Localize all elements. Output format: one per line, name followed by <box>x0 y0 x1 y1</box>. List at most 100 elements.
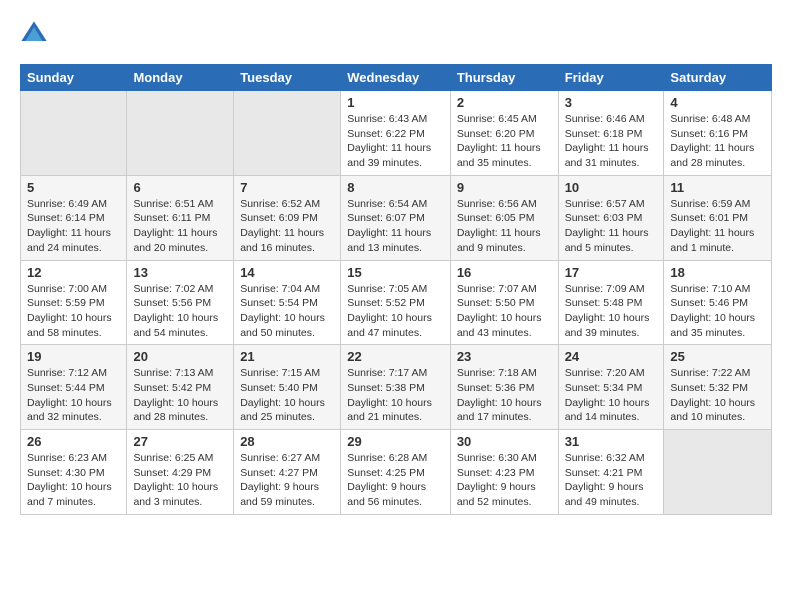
day-number: 20 <box>133 349 227 364</box>
calendar-cell: 26 Sunrise: 6:23 AMSunset: 4:30 PMDayligh… <box>21 430 127 515</box>
weekday-header: Sunday <box>21 65 127 91</box>
day-info: Sunrise: 6:46 AMSunset: 6:18 PMDaylight:… <box>565 112 658 171</box>
day-number: 28 <box>240 434 334 449</box>
day-info: Sunrise: 7:12 AMSunset: 5:44 PMDaylight:… <box>27 366 120 425</box>
calendar-cell: 24Sunrise: 7:20 AMSunset: 5:34 PMDayligh… <box>558 345 664 430</box>
day-info: Sunrise: 6:25 AMSunset: 4:29 PMDaylight:… <box>133 451 227 510</box>
calendar-header-row: SundayMondayTuesdayWednesdayThursdayFrid… <box>21 65 772 91</box>
calendar-cell: 14Sunrise: 7:04 AMSunset: 5:54 PMDayligh… <box>234 260 341 345</box>
day-number: 25 <box>670 349 765 364</box>
day-number: 5 <box>27 180 120 195</box>
day-info: Sunrise: 6:56 AMSunset: 6:05 PMDaylight:… <box>457 197 552 256</box>
weekday-header: Saturday <box>664 65 772 91</box>
day-info: Sunrise: 6:54 AMSunset: 6:07 PMDaylight:… <box>347 197 444 256</box>
day-number: 12 <box>27 265 120 280</box>
calendar-cell: 12 Sunrise: 7:00 AMSunset: 5:59 PMDayligh… <box>21 260 127 345</box>
calendar-cell: 18Sunrise: 7:10 AMSunset: 5:46 PMDayligh… <box>664 260 772 345</box>
calendar-cell: 21Sunrise: 7:15 AMSunset: 5:40 PMDayligh… <box>234 345 341 430</box>
logo-icon <box>20 20 48 48</box>
weekday-header: Wednesday <box>341 65 451 91</box>
day-info: Sunrise: 7:22 AMSunset: 5:32 PMDaylight:… <box>670 366 765 425</box>
day-number: 2 <box>457 95 552 110</box>
day-number: 27 <box>133 434 227 449</box>
day-info: Sunrise: 6:32 AMSunset: 4:21 PMDaylight:… <box>565 451 658 510</box>
calendar-cell <box>21 91 127 176</box>
calendar-cell: 31 Sunrise: 6:32 AMSunset: 4:21 PMDayligh… <box>558 430 664 515</box>
day-info: Sunrise: 6:59 AMSunset: 6:01 PMDaylight:… <box>670 197 765 256</box>
weekday-header: Thursday <box>450 65 558 91</box>
day-number: 31 <box>565 434 658 449</box>
calendar-cell: 13 Sunrise: 7:02 AMSunset: 5:56 PMDayligh… <box>127 260 234 345</box>
page-header <box>20 20 772 48</box>
calendar-cell: 19 Sunrise: 7:12 AMSunset: 5:44 PMDayligh… <box>21 345 127 430</box>
day-number: 26 <box>27 434 120 449</box>
calendar-week-row: 12 Sunrise: 7:00 AMSunset: 5:59 PMDayligh… <box>21 260 772 345</box>
day-number: 1 <box>347 95 444 110</box>
calendar-cell <box>127 91 234 176</box>
day-info: Sunrise: 6:51 AMSunset: 6:11 PMDaylight:… <box>133 197 227 256</box>
logo <box>20 20 52 48</box>
calendar-week-row: 1 Sunrise: 6:43 AMSunset: 6:22 PMDaylight… <box>21 91 772 176</box>
day-number: 22 <box>347 349 444 364</box>
calendar-cell: 25 Sunrise: 7:22 AMSunset: 5:32 PMDayligh… <box>664 345 772 430</box>
calendar-cell: 7 Sunrise: 6:52 AMSunset: 6:09 PMDaylight… <box>234 175 341 260</box>
calendar-cell: 17Sunrise: 7:09 AMSunset: 5:48 PMDayligh… <box>558 260 664 345</box>
calendar-week-row: 5 Sunrise: 6:49 AMSunset: 6:14 PMDaylight… <box>21 175 772 260</box>
calendar-cell: 30 Sunrise: 6:30 AMSunset: 4:23 PMDayligh… <box>450 430 558 515</box>
day-number: 7 <box>240 180 334 195</box>
day-number: 6 <box>133 180 227 195</box>
calendar-cell: 28 Sunrise: 6:27 AMSunset: 4:27 PMDayligh… <box>234 430 341 515</box>
day-info: Sunrise: 7:18 AMSunset: 5:36 PMDaylight:… <box>457 366 552 425</box>
calendar-cell: 16 Sunrise: 7:07 AMSunset: 5:50 PMDayligh… <box>450 260 558 345</box>
day-info: Sunrise: 7:13 AMSunset: 5:42 PMDaylight:… <box>133 366 227 425</box>
calendar-cell <box>234 91 341 176</box>
calendar-cell: 5 Sunrise: 6:49 AMSunset: 6:14 PMDaylight… <box>21 175 127 260</box>
day-info: Sunrise: 6:49 AMSunset: 6:14 PMDaylight:… <box>27 197 120 256</box>
calendar-cell: 10 Sunrise: 6:57 AMSunset: 6:03 PMDayligh… <box>558 175 664 260</box>
day-number: 16 <box>457 265 552 280</box>
day-number: 13 <box>133 265 227 280</box>
day-info: Sunrise: 6:27 AMSunset: 4:27 PMDaylight:… <box>240 451 334 510</box>
calendar-cell: 4Sunrise: 6:48 AMSunset: 6:16 PMDaylight… <box>664 91 772 176</box>
calendar-table: SundayMondayTuesdayWednesdayThursdayFrid… <box>20 64 772 515</box>
calendar-cell <box>664 430 772 515</box>
day-info: Sunrise: 6:45 AMSunset: 6:20 PMDaylight:… <box>457 112 552 171</box>
calendar-cell: 3 Sunrise: 6:46 AMSunset: 6:18 PMDaylight… <box>558 91 664 176</box>
day-number: 30 <box>457 434 552 449</box>
day-number: 15 <box>347 265 444 280</box>
day-number: 21 <box>240 349 334 364</box>
weekday-header: Tuesday <box>234 65 341 91</box>
day-info: Sunrise: 6:43 AMSunset: 6:22 PMDaylight:… <box>347 112 444 171</box>
day-info: Sunrise: 6:57 AMSunset: 6:03 PMDaylight:… <box>565 197 658 256</box>
day-info: Sunrise: 7:17 AMSunset: 5:38 PMDaylight:… <box>347 366 444 425</box>
calendar-week-row: 19 Sunrise: 7:12 AMSunset: 5:44 PMDayligh… <box>21 345 772 430</box>
day-number: 29 <box>347 434 444 449</box>
day-number: 19 <box>27 349 120 364</box>
day-number: 17 <box>565 265 658 280</box>
day-number: 3 <box>565 95 658 110</box>
day-number: 10 <box>565 180 658 195</box>
day-info: Sunrise: 6:52 AMSunset: 6:09 PMDaylight:… <box>240 197 334 256</box>
calendar-cell: 20 Sunrise: 7:13 AMSunset: 5:42 PMDayligh… <box>127 345 234 430</box>
day-info: Sunrise: 6:30 AMSunset: 4:23 PMDaylight:… <box>457 451 552 510</box>
day-number: 23 <box>457 349 552 364</box>
day-info: Sunrise: 7:05 AMSunset: 5:52 PMDaylight:… <box>347 282 444 341</box>
calendar-cell: 15 Sunrise: 7:05 AMSunset: 5:52 PMDayligh… <box>341 260 451 345</box>
weekday-header: Monday <box>127 65 234 91</box>
day-info: Sunrise: 7:10 AMSunset: 5:46 PMDaylight:… <box>670 282 765 341</box>
calendar-cell: 1 Sunrise: 6:43 AMSunset: 6:22 PMDaylight… <box>341 91 451 176</box>
calendar-cell: 27 Sunrise: 6:25 AMSunset: 4:29 PMDayligh… <box>127 430 234 515</box>
day-info: Sunrise: 7:00 AMSunset: 5:59 PMDaylight:… <box>27 282 120 341</box>
day-number: 24 <box>565 349 658 364</box>
calendar-cell: 29Sunrise: 6:28 AMSunset: 4:25 PMDayligh… <box>341 430 451 515</box>
calendar-cell: 6 Sunrise: 6:51 AMSunset: 6:11 PMDaylight… <box>127 175 234 260</box>
day-info: Sunrise: 6:23 AMSunset: 4:30 PMDaylight:… <box>27 451 120 510</box>
day-info: Sunrise: 7:04 AMSunset: 5:54 PMDaylight:… <box>240 282 334 341</box>
day-info: Sunrise: 7:02 AMSunset: 5:56 PMDaylight:… <box>133 282 227 341</box>
weekday-header: Friday <box>558 65 664 91</box>
day-info: Sunrise: 6:48 AMSunset: 6:16 PMDaylight:… <box>670 112 765 171</box>
calendar-cell: 9Sunrise: 6:56 AMSunset: 6:05 PMDaylight… <box>450 175 558 260</box>
day-info: Sunrise: 7:07 AMSunset: 5:50 PMDaylight:… <box>457 282 552 341</box>
calendar-cell: 2 Sunrise: 6:45 AMSunset: 6:20 PMDaylight… <box>450 91 558 176</box>
calendar-week-row: 26 Sunrise: 6:23 AMSunset: 4:30 PMDayligh… <box>21 430 772 515</box>
